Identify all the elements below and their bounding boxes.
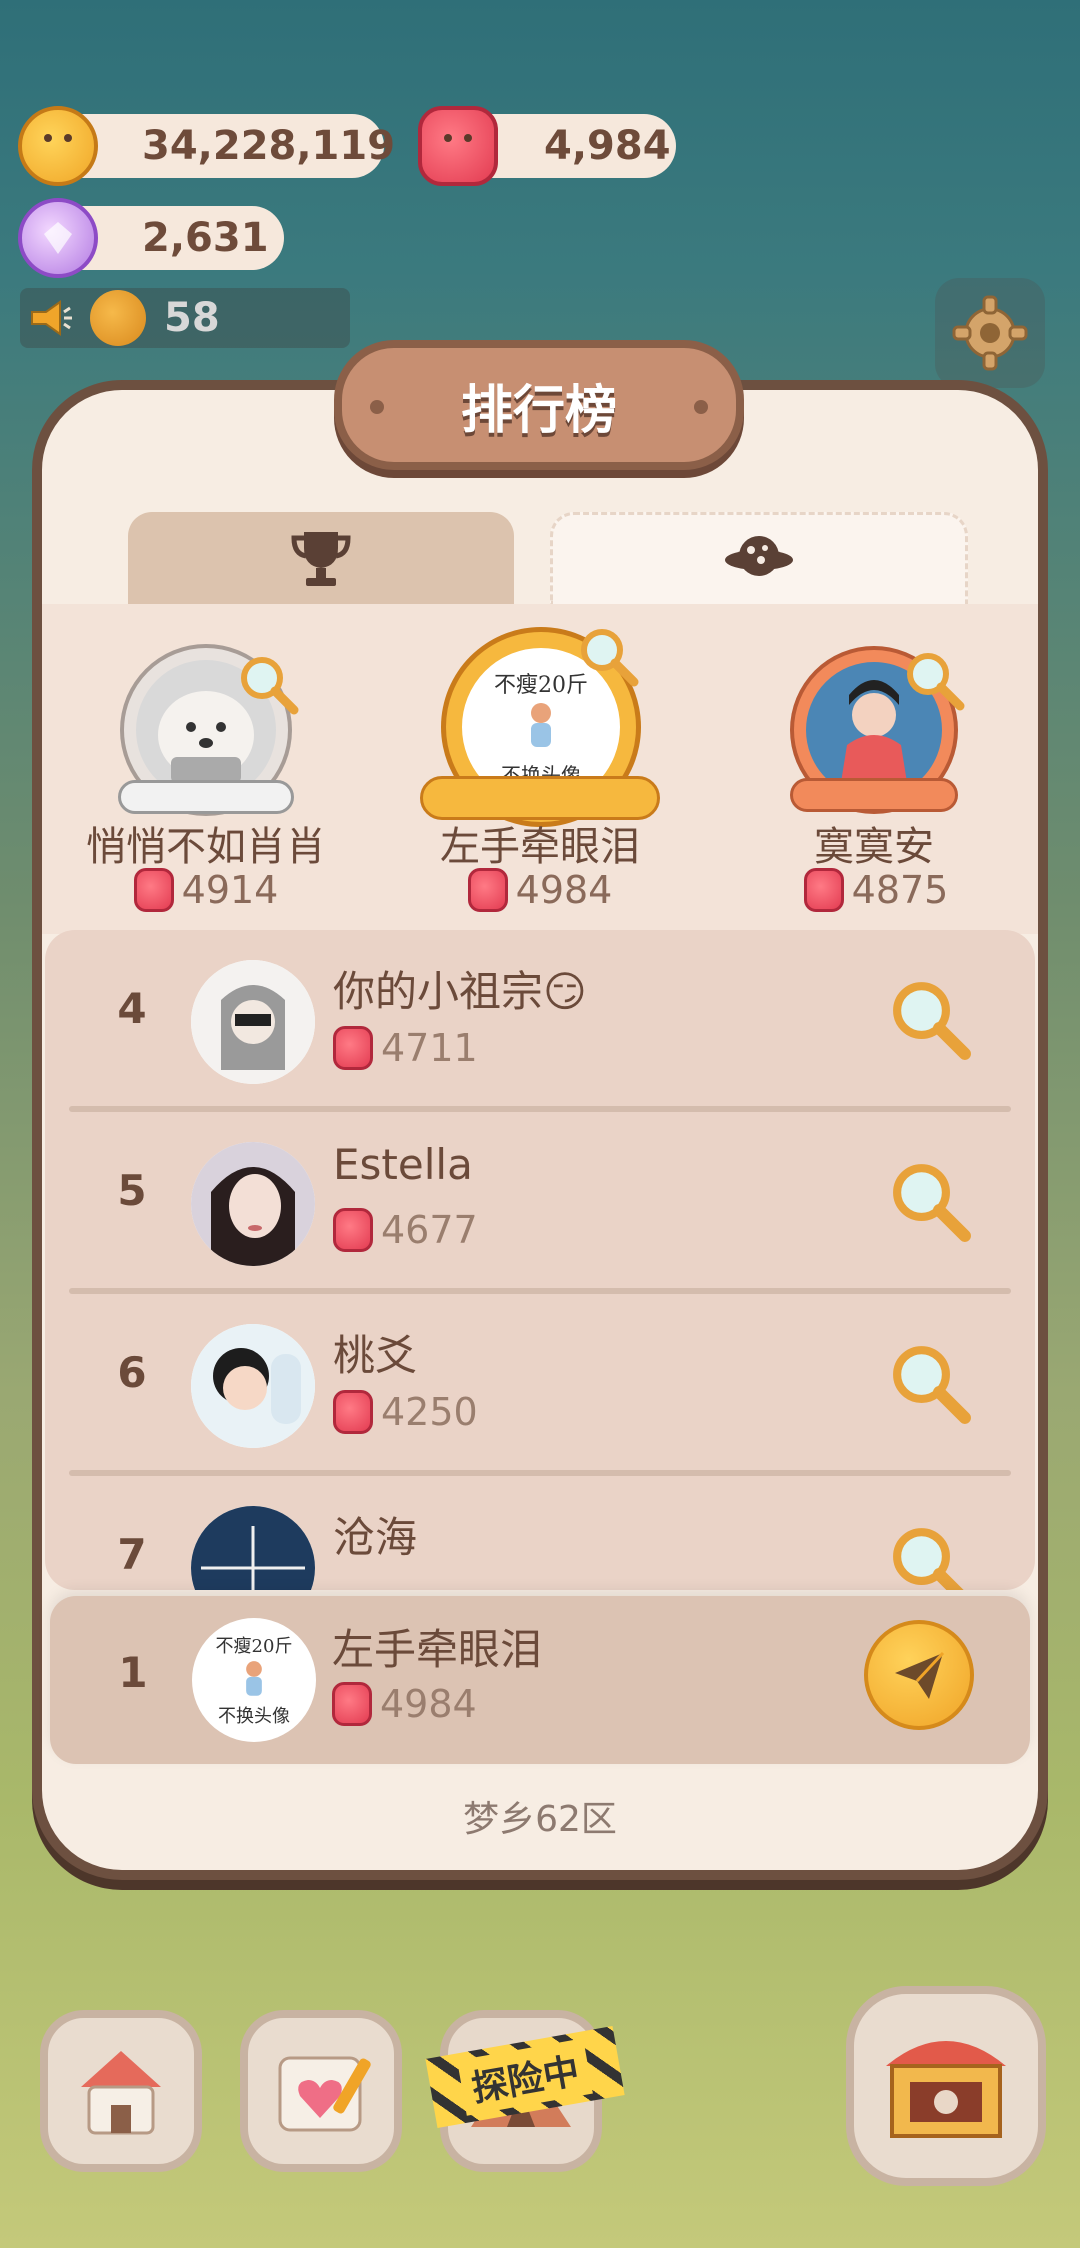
top-3-score-value: 4875: [851, 868, 949, 912]
exploring-label: 探险中: [457, 2038, 593, 2116]
calendar-button[interactable]: [240, 2010, 402, 2172]
trophy-icon: [291, 532, 351, 586]
settings-button[interactable]: [935, 278, 1045, 388]
list-item[interactable]: 4 你的小祖宗😏 4711: [45, 930, 1035, 1112]
tab-trophy[interactable]: [128, 512, 514, 604]
inspect-button[interactable]: [889, 978, 973, 1062]
score-value: 4677: [381, 1208, 478, 1252]
announce-count: 58: [164, 295, 220, 341]
magnifier-icon: [581, 629, 639, 687]
top-3-inspect-button[interactable]: [904, 650, 966, 712]
magnifier-icon: [907, 653, 965, 711]
my-avatar-text-bottom: 不换头像: [218, 1706, 290, 1727]
cookie-counter[interactable]: 34,228,119: [50, 114, 395, 178]
player-name: 桃爻: [333, 1331, 418, 1380]
list-item[interactable]: 5 Estella 4677: [45, 1112, 1035, 1294]
gem-count: 2,631: [142, 215, 269, 261]
player-name: 你的小祖宗😏: [333, 967, 587, 1016]
paper-plane-icon: [895, 1651, 945, 1699]
my-score-value: 4984: [380, 1682, 477, 1726]
candy-icon: [133, 868, 174, 912]
my-rank-number: 1: [118, 1648, 148, 1697]
planet-icon: [725, 535, 793, 576]
cookie-icon: [18, 106, 98, 186]
my-avatar[interactable]: 不瘦20斤 不换头像: [192, 1618, 316, 1742]
list-item[interactable]: 6 桃爻 4250: [45, 1294, 1035, 1476]
top-2-score-value: 4914: [181, 868, 279, 912]
gear-icon: [952, 295, 1028, 371]
inspect-button[interactable]: [889, 1524, 973, 1590]
ranking-list[interactable]: 4 你的小祖宗😏 4711 5 Estella 4677 6 桃爻 4250 7…: [45, 930, 1035, 1590]
top-2-name: 悄悄不如肖肖: [86, 824, 326, 870]
megaphone-icon: [20, 288, 80, 348]
announcement-bar[interactable]: 58: [20, 288, 350, 348]
tab-planet[interactable]: [550, 512, 968, 604]
my-score: 4984: [332, 1682, 477, 1726]
cookie-count: 34,228,119: [142, 123, 396, 169]
magnifier-icon: [893, 1346, 971, 1424]
top-1-name: 左手牵眼泪: [440, 824, 640, 870]
player-score: 4677: [333, 1208, 478, 1252]
magnifier-icon: [893, 982, 971, 1060]
top-3-name: 寞寞安: [814, 824, 934, 870]
score-value: 4711: [381, 1026, 478, 1070]
top-1-inspect-button[interactable]: [578, 626, 640, 688]
candy-icon: [333, 1390, 373, 1434]
player-score: 4250: [333, 1390, 478, 1434]
mascot-icon: [90, 290, 146, 346]
my-name: 左手牵眼泪: [332, 1625, 543, 1674]
candy-icon: [333, 1026, 373, 1070]
my-rank-row[interactable]: 1 不瘦20斤 不换头像 左手牵眼泪 4984: [50, 1596, 1030, 1764]
candy-count: 4,984: [544, 123, 671, 169]
magnifier-icon: [893, 1528, 964, 1590]
avatar[interactable]: [191, 1142, 315, 1266]
hotel-icon: [81, 2051, 161, 2135]
rank-number: 7: [117, 1530, 147, 1579]
rank-number: 6: [117, 1348, 147, 1397]
server-label: 梦乡62区: [463, 1799, 617, 1840]
avatar[interactable]: [191, 960, 315, 1084]
candy-icon: [333, 1208, 373, 1252]
top-3-score: 4875: [766, 868, 986, 912]
title-plaque: 排行榜: [334, 340, 744, 470]
top-1-score: 4984: [430, 868, 650, 912]
list-item[interactable]: 7 沧海: [45, 1476, 1035, 1590]
top-1-avatar-text-top: 不瘦20斤: [494, 672, 588, 698]
rank-number: 5: [117, 1166, 147, 1215]
candy-icon: [803, 868, 844, 912]
calendar-heart-icon: [278, 2056, 371, 2132]
player-score: 4711: [333, 1026, 478, 1070]
inspect-button[interactable]: [889, 1342, 973, 1426]
candy-icon: [467, 868, 508, 912]
carousel-icon: [886, 2041, 1006, 2138]
top-2-ribbon: [118, 780, 294, 814]
player-name: Estella: [333, 1140, 473, 1189]
top-2-score: 4914: [96, 868, 316, 912]
candy-icon: [332, 1682, 372, 1726]
share-button[interactable]: [864, 1620, 974, 1730]
top-3-ribbon: [790, 778, 958, 812]
hotel-button[interactable]: [40, 2010, 202, 2172]
magnifier-icon: [241, 657, 299, 715]
candy-icon: [418, 106, 498, 186]
top-2-inspect-button[interactable]: [238, 654, 300, 716]
magnifier-icon: [893, 1164, 971, 1242]
panel-title: 排行榜: [460, 380, 617, 441]
my-avatar-text-top: 不瘦20斤: [215, 1636, 293, 1657]
rank-number: 4: [117, 984, 147, 1033]
inspect-button[interactable]: [889, 1160, 973, 1244]
avatar[interactable]: [191, 1506, 315, 1590]
score-value: 4250: [381, 1390, 478, 1434]
avatar[interactable]: [191, 1324, 315, 1448]
gem-icon: [18, 198, 98, 278]
top-1-score-value: 4984: [515, 868, 613, 912]
player-name: 沧海: [333, 1513, 418, 1562]
carousel-button[interactable]: [846, 1986, 1046, 2186]
